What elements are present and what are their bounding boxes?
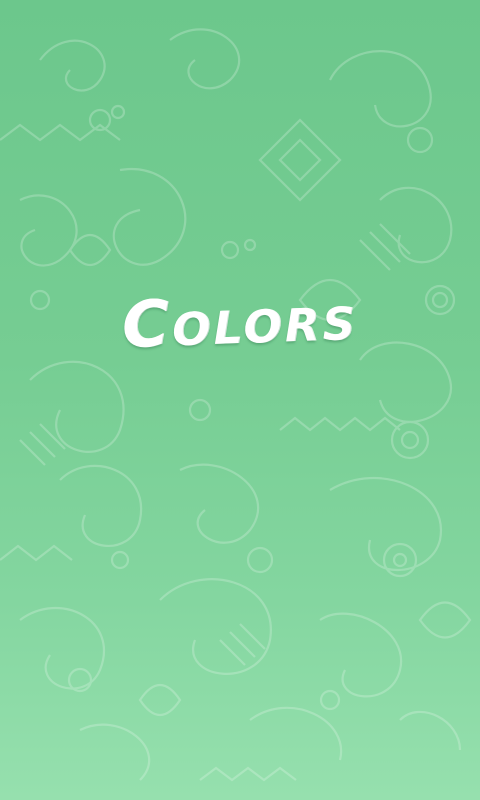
app-title: Colors xyxy=(120,280,360,364)
splash-screen: Colors xyxy=(0,0,480,800)
app-logo: Colors xyxy=(0,272,480,372)
doodle-pattern-background xyxy=(0,28,472,782)
